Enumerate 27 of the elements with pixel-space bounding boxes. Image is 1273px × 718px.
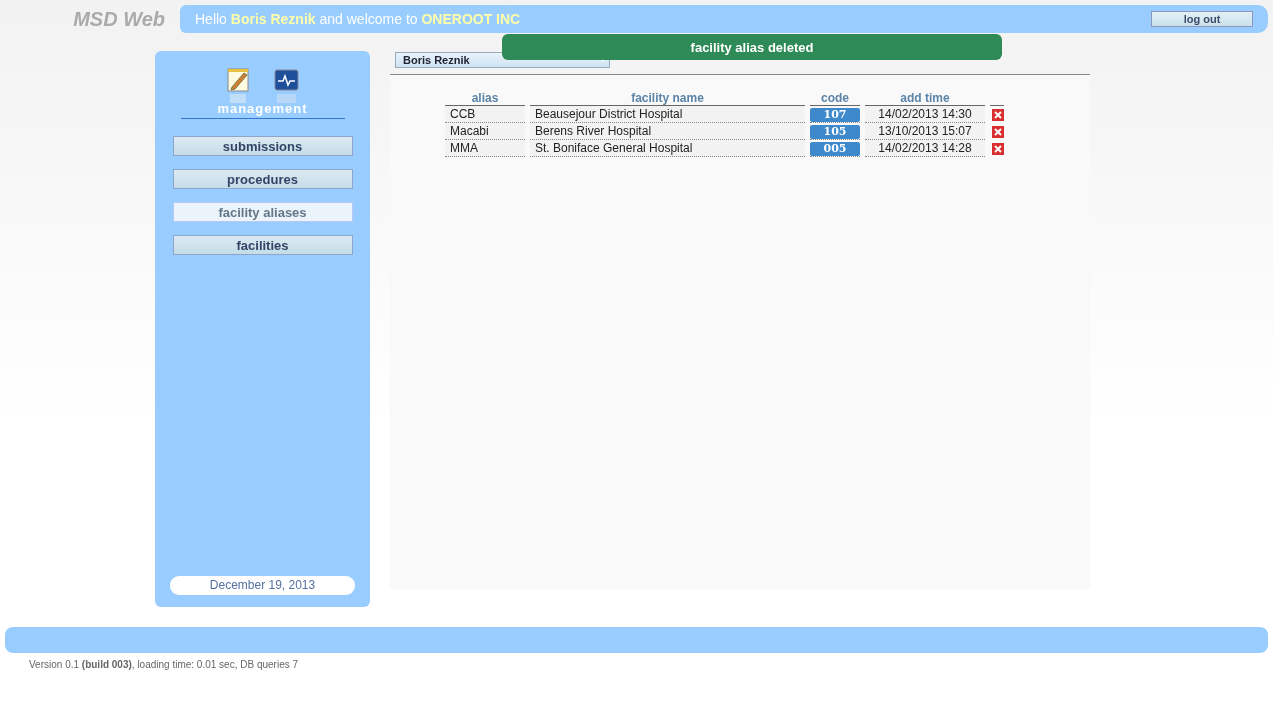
nav-button[interactable]: facility aliases [172,202,353,222]
table-cell: St. Boniface General Hospital [530,140,805,157]
table-cell: 13/10/2013 15:07 [865,123,985,140]
code-badge: 105 [810,124,860,139]
code-badge: 005 [810,141,860,156]
code-badge: 107 [810,107,860,122]
table-cell: Beausejour District Hospital [530,106,805,123]
logout-button[interactable]: log out [1151,11,1253,27]
delete-icon[interactable] [992,142,1004,155]
table-cell: MMA [445,140,525,157]
table-cell: Berens River Hospital [530,123,805,140]
nav-button[interactable]: facilities [172,235,353,255]
notification-toast: facility alias deleted [502,34,1002,60]
date-label: December 19, 2013 [170,576,355,595]
section-title: management [180,101,345,119]
delete-icon[interactable] [992,108,1004,121]
welcome-text: Hello Boris Reznik and welcome to ONEROOT INC [195,11,521,27]
table-cell: 14/02/2013 14:30 [865,106,985,123]
app-logo: MSD Web [72,7,166,31]
version-text: Version 0.1 (build 003), loading time: 0.01 sec, DB queries 7 [29,659,300,670]
delete-icon[interactable] [992,125,1004,138]
nav-button[interactable]: submissions [172,136,353,156]
table-cell: CCB [445,106,525,123]
nav-button[interactable]: procedures [172,169,353,189]
table-cell: 14/02/2013 14:28 [865,140,985,157]
column-header: code [810,91,860,106]
table-cell: Macabi [445,123,525,140]
